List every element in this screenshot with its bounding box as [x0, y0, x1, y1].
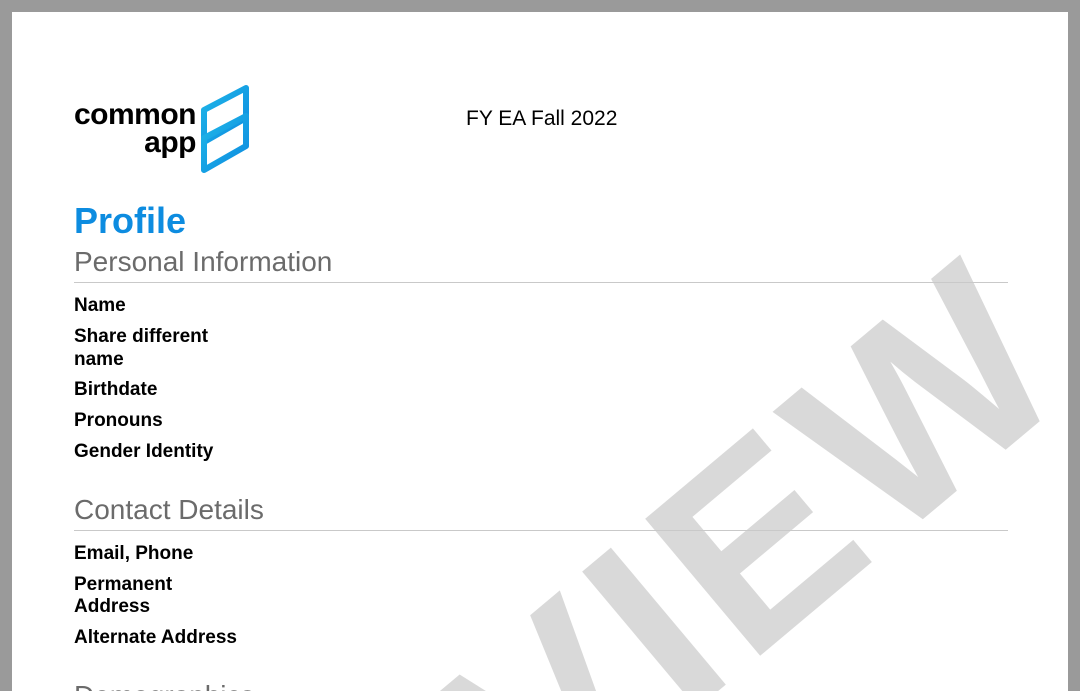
- document-content: common app FY EA Fall 2022 Profile: [12, 12, 1068, 691]
- logo-text: common app: [74, 101, 196, 158]
- page-heading: Profile: [74, 200, 1008, 242]
- field-email-phone: Email, Phone: [74, 543, 1008, 566]
- section-heading-personal: Personal Information: [74, 246, 1008, 283]
- field-alternate-address: Alternate Address: [74, 627, 1008, 650]
- field-share-different-name: Share different name: [74, 326, 234, 372]
- document-title: FY EA Fall 2022: [466, 107, 617, 131]
- field-pronouns: Pronouns: [74, 410, 234, 433]
- common-app-logo: common app: [74, 84, 256, 174]
- field-birthdate: Birthdate: [74, 379, 234, 402]
- field-name: Name: [74, 295, 234, 318]
- document-header: common app FY EA Fall 2022: [74, 84, 1008, 174]
- section-heading-demographics: Demographics: [74, 680, 1008, 691]
- field-permanent-address: Permanent Address: [74, 574, 234, 620]
- logo-line-2: app: [74, 129, 196, 158]
- common-app-mark-icon: [198, 84, 256, 174]
- section-heading-contact: Contact Details: [74, 494, 1008, 531]
- field-gender-identity: Gender Identity: [74, 441, 234, 464]
- document-page: PREVIEW common app: [12, 12, 1068, 691]
